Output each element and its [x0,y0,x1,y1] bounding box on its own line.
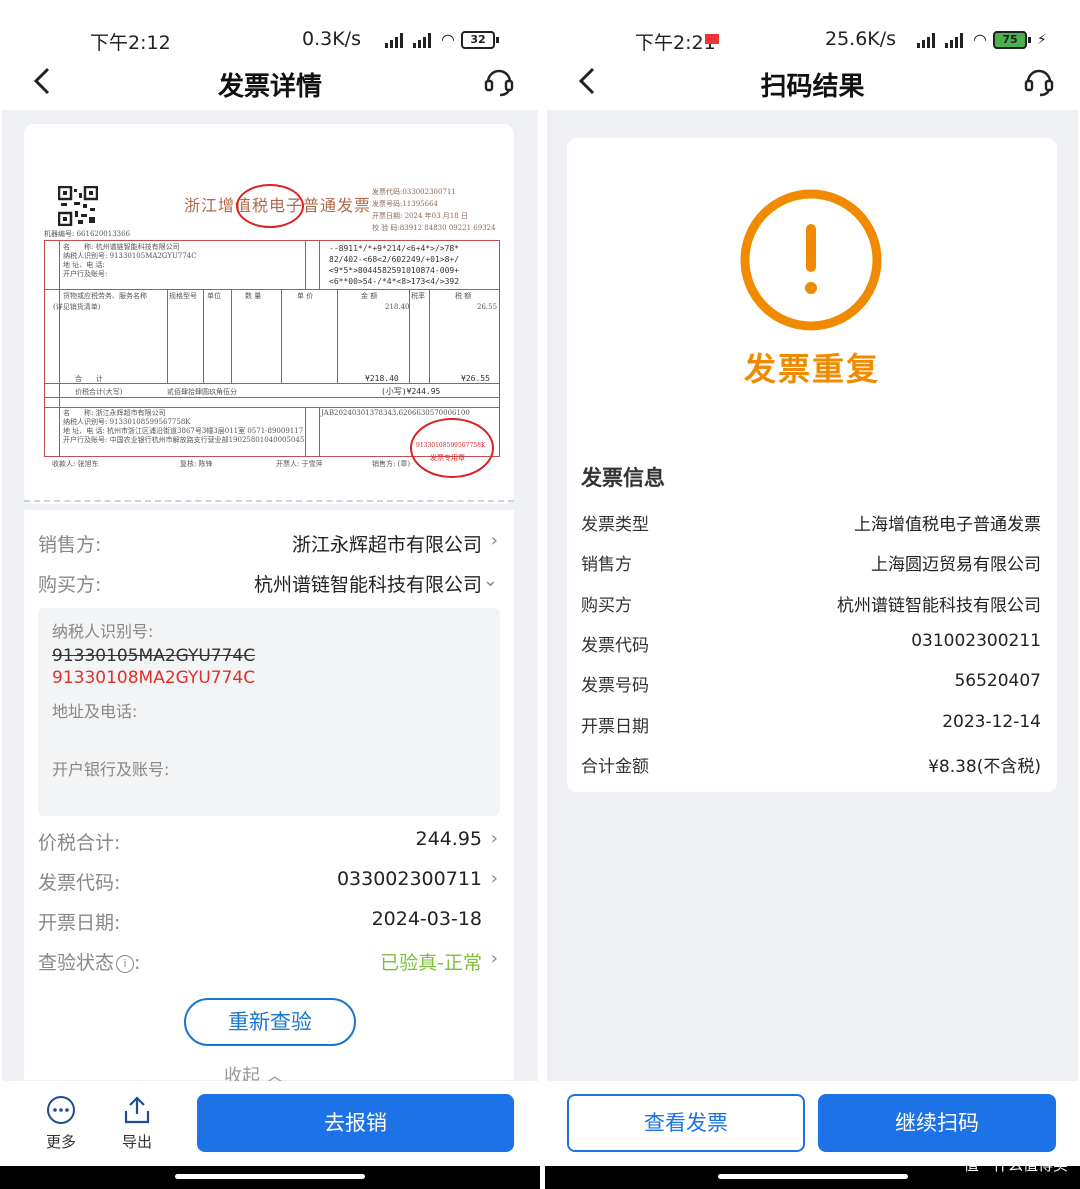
info-row: 发票代码 031002300211 [581,631,1041,659]
info-row: 发票号码 56520407 [581,671,1041,699]
news-app-icon [705,34,719,44]
info-row: 合计金额 ¥8.38(不含税) [581,752,1041,780]
info-value: ¥8.38(不含税) [928,756,1041,777]
info-value: 上海增值税电子普通发票 [854,515,1041,535]
taxid-old: 91330105MA2GYU774C [52,646,256,666]
info-row: 发票类型 上海增值税电子普通发票 [581,510,1041,538]
signal-icon [385,32,407,48]
info-row: 开票日期 2023-12-14 [581,712,1041,740]
info-label: 购买方 [581,595,632,616]
customer-service-icon[interactable] [1022,64,1056,98]
info-value: 杭州谱链智能科技有限公司 [837,595,1041,616]
info-row: 购买方 杭州谱链智能科技有限公司 [581,591,1041,619]
more-icon [47,1096,75,1124]
status-time: 下午2:21 [635,32,716,54]
signal-icon [945,32,967,48]
warning-icon [740,189,882,331]
export-icon [124,1096,150,1124]
info-label: 发票类型 [581,515,649,535]
more-button[interactable]: 更多 [36,1095,86,1152]
signal-icon [917,32,939,48]
recheck-button[interactable]: 重新查验 [184,998,356,1046]
verify-status-row[interactable]: 查验状态 i: 已验真-正常 › [38,948,498,978]
status-bar: 下午2:12 0.3K/s ◠ 32 [0,26,540,54]
invoice-detail-screen: 下午2:12 0.3K/s ◠ 32 发票详情 浙江增值税电子普通发票 发票代码… [0,0,540,1189]
reimburse-button[interactable]: 去报销 [197,1094,514,1152]
charging-icon: ⚡ [1036,31,1047,48]
taxid-new: 91330108MA2GYU774C [52,668,256,688]
nav-bar: 扫码结果 [545,58,1080,108]
scan-result-screen: 下午2:21 25.6K/s ◠ 75 ⚡ 扫码结果 发票重复 发票信息 发票类… [545,0,1080,1189]
status-net-speed: 25.6K/s [825,28,897,50]
status-bar: 下午2:21 25.6K/s ◠ 75 ⚡ [545,26,1080,54]
info-value: 2023-12-14 [942,711,1041,732]
view-invoice-button[interactable]: 查看发票 [567,1094,805,1152]
info-value: 上海圆迈贸易有限公司 [871,555,1041,576]
chevron-right-icon: › [490,828,498,849]
buyer-row[interactable]: 购买方: 杭州谱链智能科技有限公司 ⌄ [38,570,498,600]
info-row: 销售方 上海圆迈贸易有限公司 [581,550,1041,578]
machine-number: 机器编号: 661620013366 [44,230,131,238]
info-label: 发票代码 [581,635,649,656]
wifi-icon: ◠ [973,30,987,49]
continue-scan-button[interactable]: 继续扫码 [818,1094,1056,1152]
watermark: 值 · 什么值得买 [963,1156,1068,1174]
cipher-area: --8911*/*+9*214/<6+4*>/>78* 82/402-<68<2… [329,244,460,286]
chevron-down-icon: ⌄ [482,570,498,591]
qr-code-icon [58,186,98,226]
customer-service-icon[interactable] [482,64,516,98]
info-value: 56520407 [954,671,1041,692]
info-label: 发票号码 [581,676,649,697]
battery-icon: 75 [992,30,1031,49]
tax-bureau-stamp [236,184,304,228]
nav-bar: 发票详情 [0,58,540,108]
invoice-code-row[interactable]: 发票代码: 033002300711 › [38,868,498,898]
seller-row[interactable]: 销售方: 浙江永辉超市有限公司 › [38,530,498,560]
info-icon[interactable]: i [116,954,135,973]
status-icons: ◠ 75 ⚡ [917,30,1047,49]
invoice-image-card[interactable]: 浙江增值税电子普通发票 发票代码:033002300711 发票号码:11395… [24,124,514,504]
info-label: 合计金额 [581,756,649,777]
invoice-meta: 发票代码:033002300711 发票号码:11395664 开票日期: 20… [372,188,496,232]
bottom-toolbar: 更多 导出 去报销 [0,1081,540,1167]
divider [24,500,514,502]
section-title: 发票信息 [581,466,665,490]
status-icons: ◠ 32 [385,30,499,49]
signal-icon [413,32,435,48]
chevron-right-icon: › [490,948,498,969]
seller-stamp: 91330108599567758K 发票专用章 [410,418,494,478]
verify-status: 已验真-正常 [380,952,482,974]
chevron-right-icon: › [490,530,498,551]
issue-date-row: 开票日期: 2024-03-18 [38,908,482,934]
info-label: 销售方 [581,555,632,576]
page-title: 扫码结果 [760,72,865,102]
scan-result-card: 发票重复 发票信息 发票类型 上海增值税电子普通发票销售方 上海圆迈贸易有限公司购买… [567,138,1057,792]
export-button[interactable]: 导出 [112,1095,162,1152]
total-row[interactable]: 价税合计: 244.95 › [38,828,498,858]
invoice-image: 浙江增值税电子普通发票 发票代码:033002300711 发票号码:11395… [44,182,500,478]
status-time: 下午2:12 [90,32,171,54]
info-value: 031002300211 [911,630,1041,651]
battery-icon: 32 [460,30,499,49]
page-title: 发票详情 [217,72,322,102]
info-label: 开票日期 [581,716,649,737]
invoice-details: 销售方: 浙江永辉超市有限公司 › 购买方: 杭州谱链智能科技有限公司 ⌄ 纳税… [24,510,514,1087]
wifi-icon: ◠ [441,30,455,49]
result-status: 发票重复 [743,350,880,388]
buyer-detail-box: 纳税人识别号: 91330105MA2GYU774C 91330108MA2GY… [38,608,500,816]
status-net-speed: 0.3K/s [302,28,361,50]
home-indicator [0,1166,540,1189]
chevron-right-icon: › [490,868,498,889]
